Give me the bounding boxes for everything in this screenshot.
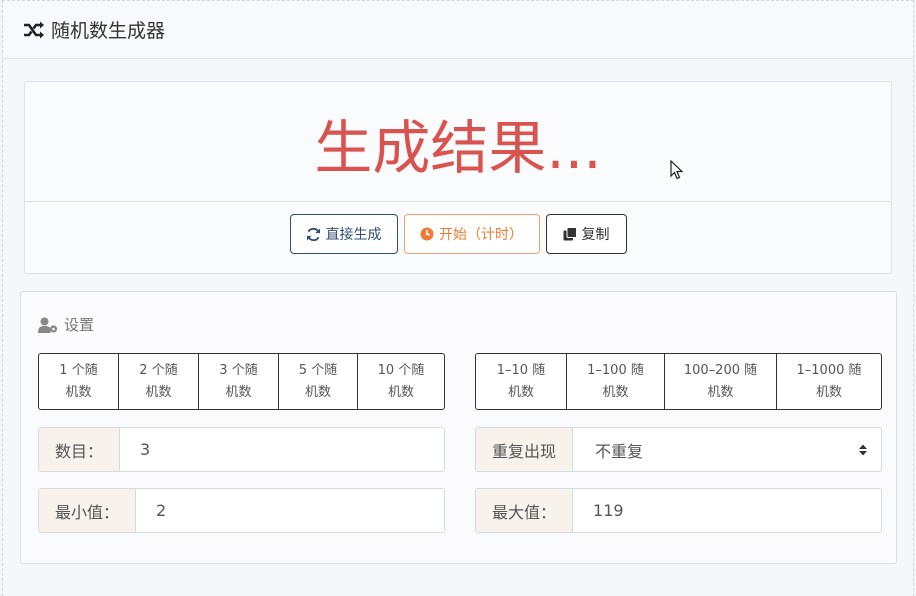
preset-range-1-100[interactable]: 1–100 随机数 [567, 354, 665, 409]
clock-icon [420, 227, 434, 241]
preset-label: 1–10 随 [496, 362, 546, 378]
preset-range-1-1000[interactable]: 1–1000 随机数 [777, 354, 881, 409]
preset-label: 1–1000 随 [796, 362, 862, 378]
preset-10-numbers[interactable]: 10 个随机数 [358, 354, 444, 409]
max-input[interactable] [573, 489, 881, 532]
preset-label: 机数 [602, 384, 629, 400]
preset-3-numbers[interactable]: 3 个随机数 [199, 354, 279, 409]
max-label: 最大值： [476, 489, 574, 532]
preset-label: 10 个随 [377, 362, 425, 378]
settings-heading: 设置 [38, 314, 94, 335]
preset-label: 机数 [65, 384, 92, 400]
repeat-field: 重复出现 不重复 [475, 427, 882, 472]
count-label: 数目： [39, 428, 121, 471]
repeat-select[interactable]: 不重复 [573, 428, 881, 471]
mouse-cursor-icon [670, 160, 684, 180]
count-input[interactable] [120, 428, 444, 471]
min-input[interactable] [136, 489, 444, 532]
shuffle-icon [23, 20, 45, 40]
copy-button[interactable]: 复制 [545, 214, 627, 254]
settings-panel: 设置 1 个随机数 2 个随机数 3 个随机数 5 个随机数 10 个随机数 1… [20, 291, 897, 564]
preset-label: 机数 [145, 384, 172, 400]
repeat-selected-value: 不重复 [595, 441, 644, 461]
app-frame: 随机数生成器 生成结果... 直接生成 开始（计时） 复制 设置 1 个随 机数… [2, 0, 914, 596]
action-buttons: 直接生成 开始（计时） 复制 [25, 214, 891, 254]
max-field: 最大值： [475, 488, 882, 533]
preset-5-numbers[interactable]: 5 个随机数 [279, 354, 358, 409]
refresh-icon [306, 227, 321, 242]
generate-button[interactable]: 直接生成 [289, 214, 398, 254]
page-title: 随机数生成器 [51, 20, 166, 42]
user-gear-icon [38, 317, 58, 333]
preset-range-1-10[interactable]: 1–10 随机数 [476, 354, 567, 409]
preset-2-numbers[interactable]: 2 个随机数 [119, 354, 199, 409]
settings-title: 设置 [64, 316, 95, 334]
generate-button-label: 直接生成 [325, 227, 382, 243]
start-timer-button[interactable]: 开始（计时） [403, 214, 540, 254]
preset-label: 5 个随 [298, 362, 338, 378]
repeat-label: 重复出现 [476, 428, 574, 471]
min-field: 最小值： [38, 488, 445, 533]
preset-1-number[interactable]: 1 个随机数 [39, 354, 119, 409]
preset-label: 机数 [304, 384, 331, 400]
page-header: 随机数生成器 [3, 1, 913, 59]
sort-caret-icon [859, 444, 867, 456]
copy-button-label: 复制 [581, 227, 610, 243]
preset-label: 100–200 随 [683, 362, 758, 378]
preset-label: 1–100 随 [587, 362, 644, 378]
preset-range-100-200[interactable]: 100–200 随机数 [665, 354, 777, 409]
min-label: 最小值： [39, 489, 137, 532]
range-preset-group: 1–10 随机数 1–100 随机数 100–200 随机数 1–1000 随机… [475, 353, 882, 410]
result-display: 生成结果... [314, 114, 602, 182]
copy-icon [563, 227, 577, 241]
preset-label: 2 个随 [139, 362, 178, 378]
result-panel: 生成结果... 直接生成 开始（计时） 复制 [24, 81, 892, 274]
divider [25, 201, 891, 202]
count-field: 数目： [38, 427, 445, 472]
count-preset-group: 1 个随机数 2 个随机数 3 个随机数 5 个随机数 10 个随机数 [38, 353, 445, 410]
preset-label: 1 个随 [59, 362, 98, 378]
preset-label: 机数 [707, 384, 734, 400]
preset-label: 机数 [507, 384, 534, 400]
start-timer-button-label: 开始（计时） [439, 227, 523, 243]
preset-label: 机数 [225, 384, 252, 400]
preset-label: 3 个随 [219, 362, 258, 378]
preset-label: 机数 [815, 384, 842, 400]
preset-label: 机数 [387, 384, 414, 400]
